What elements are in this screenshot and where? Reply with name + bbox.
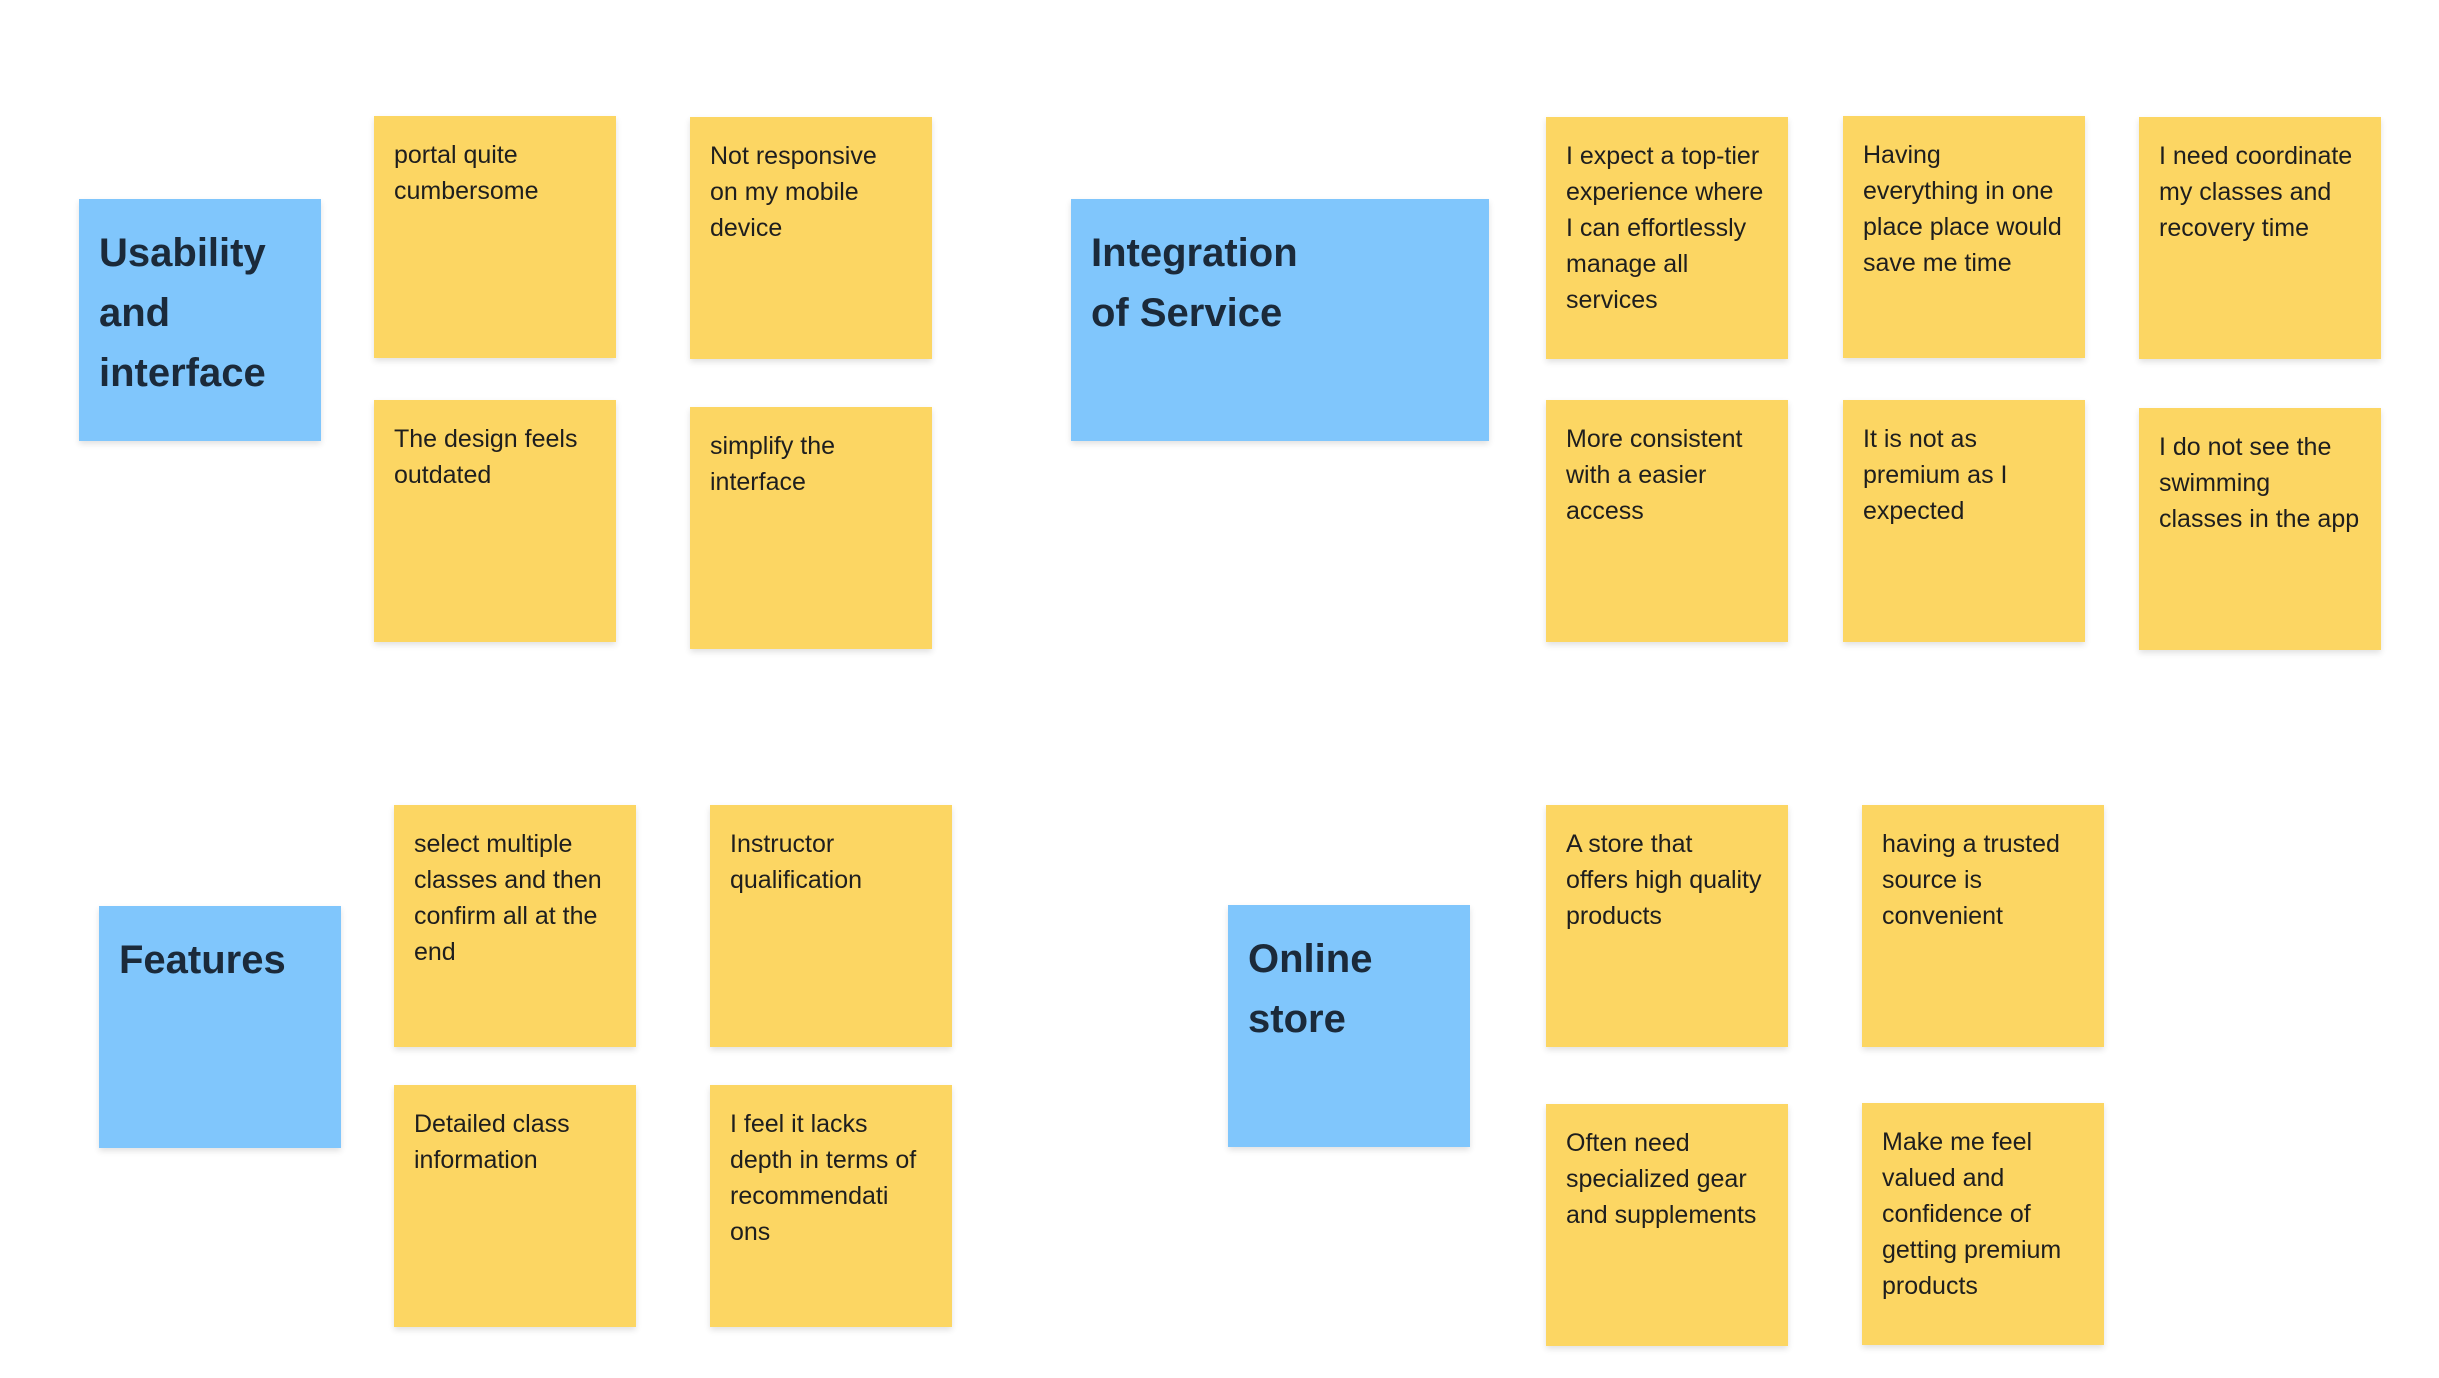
- sticky-note[interactable]: More consistent with a easier access: [1546, 400, 1788, 642]
- sticky-note-text: Detailed class information: [414, 1110, 570, 1174]
- sticky-note-text: select multiple classes and then confirm…: [414, 830, 602, 966]
- sticky-note[interactable]: I need coordinate my classes and recover…: [2139, 117, 2381, 359]
- sticky-note-text: Often need specialized gear and suppleme…: [1566, 1129, 1757, 1229]
- sticky-note-text: I do not see the swimming classes in the…: [2159, 433, 2360, 533]
- sticky-note[interactable]: portal quite cumbersome: [374, 116, 616, 358]
- cluster-header-online-store[interactable]: Online store: [1228, 905, 1470, 1147]
- sticky-note[interactable]: having a trusted source is convenient: [1862, 805, 2104, 1047]
- sticky-note[interactable]: I expect a top-tier experience where I c…: [1546, 117, 1788, 359]
- cluster-header-features[interactable]: Features: [99, 906, 341, 1148]
- sticky-note-text: Make me feel valued and confidence of ge…: [1882, 1128, 2062, 1300]
- sticky-note-text: Instructor qualification: [730, 830, 863, 894]
- sticky-note[interactable]: Detailed class information: [394, 1085, 636, 1327]
- sticky-note-text: Not responsive on my mobile device: [710, 142, 877, 242]
- sticky-note-text: portal quite cumbersome: [394, 141, 539, 205]
- sticky-note[interactable]: The design feels outdated: [374, 400, 616, 642]
- sticky-note[interactable]: select multiple classes and then confirm…: [394, 805, 636, 1047]
- sticky-note[interactable]: It is not as premium as I expected: [1843, 400, 2085, 642]
- sticky-note[interactable]: Often need specialized gear and suppleme…: [1546, 1104, 1788, 1346]
- sticky-note[interactable]: Make me feel valued and confidence of ge…: [1862, 1103, 2104, 1345]
- sticky-note-text: A store that offers high quality product…: [1566, 830, 1762, 930]
- sticky-note[interactable]: Having everything in one place place wou…: [1843, 116, 2085, 358]
- sticky-note-text: having a trusted source is convenient: [1882, 830, 2060, 930]
- sticky-note[interactable]: Instructor qualification: [710, 805, 952, 1047]
- board-canvas[interactable]: { "colors": { "header": "#80C6FC", "stic…: [0, 0, 2439, 1378]
- sticky-note[interactable]: Not responsive on my mobile device: [690, 117, 932, 359]
- sticky-note[interactable]: I feel it lacks depth in terms of recomm…: [710, 1085, 952, 1327]
- cluster-header-integration[interactable]: Integration of Service: [1071, 199, 1489, 441]
- sticky-note-text: Having everything in one place place wou…: [1863, 141, 2062, 277]
- sticky-note-text: I expect a top-tier experience where I c…: [1566, 142, 1764, 314]
- sticky-note-text: I feel it lacks depth in terms of recomm…: [730, 1110, 917, 1246]
- cluster-header-usability[interactable]: Usability and interface: [79, 199, 321, 441]
- sticky-note[interactable]: simplify the interface: [690, 407, 932, 649]
- sticky-note-text: simplify the interface: [710, 432, 836, 496]
- sticky-note[interactable]: A store that offers high quality product…: [1546, 805, 1788, 1047]
- sticky-note-text: More consistent with a easier access: [1566, 425, 1743, 525]
- sticky-note-text: It is not as premium as I expected: [1863, 425, 2008, 525]
- sticky-note[interactable]: I do not see the swimming classes in the…: [2139, 408, 2381, 650]
- sticky-note-text: I need coordinate my classes and recover…: [2159, 142, 2353, 242]
- sticky-note-text: The design feels outdated: [394, 425, 578, 489]
